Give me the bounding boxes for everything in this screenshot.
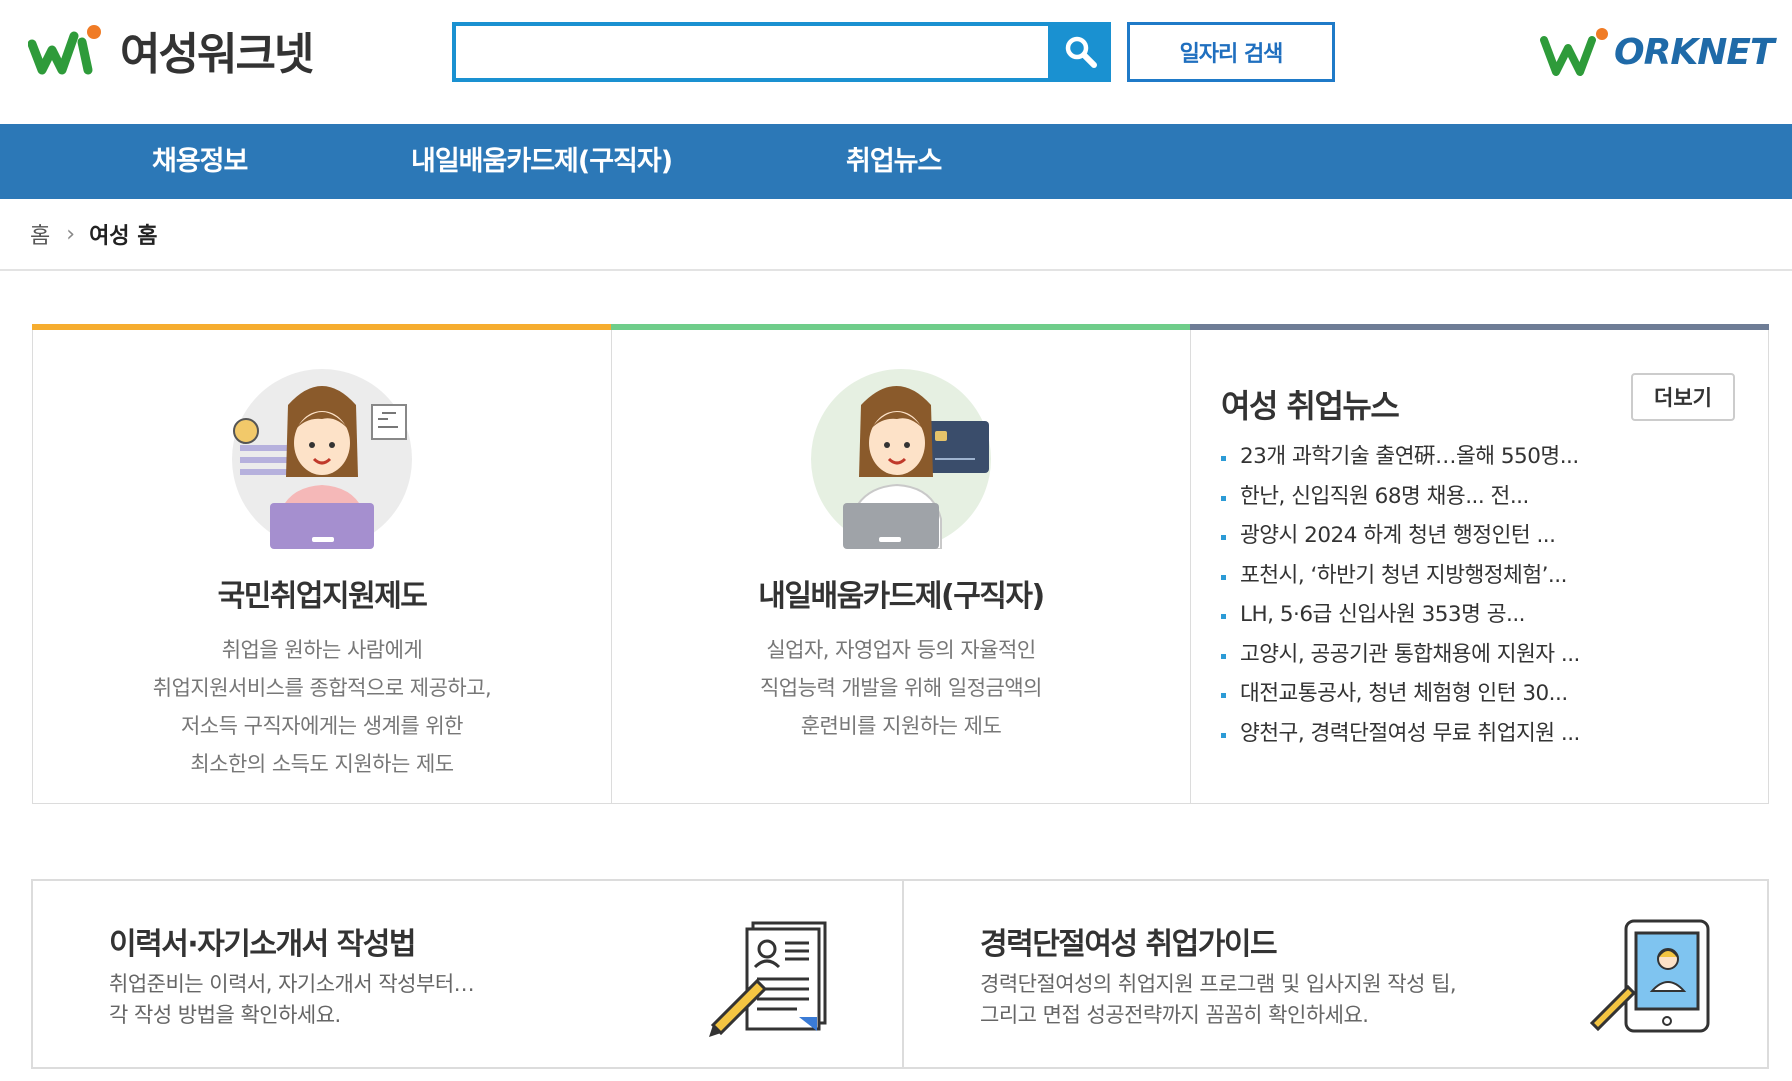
bullet-icon xyxy=(1221,653,1226,659)
bullet-icon xyxy=(1221,456,1226,462)
header: 여성워크넷 일자리 검색 ORKNET xyxy=(0,0,1792,124)
card-title: 국민취업지원제도 xyxy=(217,579,428,614)
card-training-card[interactable]: 내일배움카드제(구직자) 실업자, 자영업자 등의 자율적인 직업능력 개발을 … xyxy=(611,324,1191,804)
card-accent-bar xyxy=(32,324,612,330)
resume-pencil-icon xyxy=(709,921,827,1037)
breadcrumb-home[interactable]: 홈 xyxy=(30,218,50,250)
news-title: 여성 취업뉴스 xyxy=(1221,387,1400,425)
news-item[interactable]: 대전교통공사, 청년 체험형 인턴 30... xyxy=(1221,674,1580,714)
card-title: 내일배움카드제(구직자) xyxy=(758,579,1045,614)
card-accent-bar xyxy=(1190,324,1769,330)
search-input-box[interactable] xyxy=(452,22,1052,82)
nav-item-job-news[interactable]: 취업뉴스 xyxy=(846,124,942,199)
news-item-text: 고양시, 공공기관 통합채용에 지원자 ... xyxy=(1240,641,1580,667)
bullet-icon xyxy=(1221,732,1226,738)
resume-guide-card[interactable]: 이력서·자기소개서 작성법 취업준비는 이력서, 자기소개서 작성부터… 각 작… xyxy=(31,879,904,1069)
worknet-w-logo-icon xyxy=(1540,28,1608,76)
breadcrumb-current: 여성 홈 xyxy=(89,224,158,249)
nav-item-jobs[interactable]: 채용정보 xyxy=(152,124,248,199)
card-desc-line: 직업능력 개발을 위해 일정금액의 xyxy=(759,676,1043,700)
card-women-job-news: 여성 취업뉴스 더보기 23개 과학기술 출연硏…올해 550명... 한난, … xyxy=(1190,324,1769,804)
bullet-icon xyxy=(1221,535,1226,541)
chevron-right-icon: › xyxy=(66,221,76,247)
bottom-desc-line: 각 작성 방법을 확인하세요. xyxy=(109,1003,341,1027)
site-logo[interactable]: 여성워크넷 xyxy=(28,18,314,82)
bottom-card-title: 이력서·자기소개서 작성법 xyxy=(109,927,416,962)
card-desc-line: 훈련비를 지원하는 제도 xyxy=(800,714,1002,738)
news-item-text: 한난, 신입직원 68명 채용... 전... xyxy=(1240,483,1529,509)
news-item-text: 광양시 2024 하계 청년 행정인턴 ... xyxy=(1240,523,1556,548)
news-item-text: LH, 5·6급 신입사원 353명 공... xyxy=(1240,602,1526,627)
card-desc-line: 실업자, 자영업자 등의 자율적인 xyxy=(766,638,1036,662)
search-input[interactable] xyxy=(456,26,1048,78)
news-item-text: 23개 과학기술 출연硏…올해 550명... xyxy=(1240,444,1579,469)
card-desc-line: 최소한의 소득도 지원하는 제도 xyxy=(190,752,454,776)
breadcrumb: 홈 › 여성 홈 xyxy=(30,214,157,254)
bullet-icon xyxy=(1221,495,1226,501)
bottom-card-title: 경력단절여성 취업가이드 xyxy=(980,927,1278,962)
search-icon xyxy=(1065,36,1097,68)
bullet-icon xyxy=(1221,614,1226,620)
bottom-card-description: 취업준비는 이력서, 자기소개서 작성부터… 각 작성 방법을 확인하세요. xyxy=(109,969,475,1031)
news-item[interactable]: 양천구, 경력단절여성 무료 취업지원 ... xyxy=(1221,714,1580,754)
news-item[interactable]: 23개 과학기술 출연硏…올해 550명... xyxy=(1221,437,1580,477)
card-national-employment-support[interactable]: 국민취업지원제도 취업을 원하는 사람에게 취업지원서비스를 종합적으로 제공하… xyxy=(32,324,612,804)
worknet-logo-text: ORKNET xyxy=(1614,31,1774,73)
bottom-desc-line: 그리고 면접 성공전략까지 꼼꼼히 확인하세요. xyxy=(980,1003,1369,1027)
more-button[interactable]: 더보기 xyxy=(1631,373,1735,421)
tablet-guide-icon xyxy=(1590,919,1710,1033)
main-nav: 채용정보 내일배움카드제(구직자) 취업뉴스 xyxy=(0,124,1792,199)
breadcrumb-divider xyxy=(0,269,1792,271)
woman-card-icon xyxy=(811,369,991,549)
search-button[interactable] xyxy=(1051,22,1111,82)
bullet-icon xyxy=(1221,693,1226,699)
women-worknet-logo-icon xyxy=(28,25,101,75)
card-accent-bar xyxy=(611,324,1191,330)
bottom-desc-line: 경력단절여성의 취업지원 프로그램 및 입사지원 작성 팁, xyxy=(980,972,1457,996)
news-item[interactable]: 포천시, ‘하반기 청년 지방행정체험’... xyxy=(1221,556,1580,596)
card-desc-line: 저소득 구직자에게는 생계를 위한 xyxy=(180,714,464,738)
news-item-text: 대전교통공사, 청년 체험형 인턴 30... xyxy=(1240,681,1568,706)
card-desc-line: 취업을 원하는 사람에게 xyxy=(221,638,423,662)
news-item[interactable]: 광양시 2024 하계 청년 행정인턴 ... xyxy=(1221,516,1580,556)
woman-laptop-icon xyxy=(232,369,412,549)
logo-text: 여성워크넷 xyxy=(120,29,314,80)
news-item-text: 양천구, 경력단절여성 무료 취업지원 ... xyxy=(1240,720,1580,746)
card-desc-line: 취업지원서비스를 종합적으로 제공하고, xyxy=(152,676,492,700)
card-description: 실업자, 자영업자 등의 자율적인 직업능력 개발을 위해 일정금액의 훈련비를… xyxy=(612,631,1190,745)
news-list: 23개 과학기술 출연硏…올해 550명... 한난, 신입직원 68명 채용.… xyxy=(1221,437,1580,753)
news-item[interactable]: LH, 5·6급 신입사원 353명 공... xyxy=(1221,595,1580,635)
news-item-text: 포천시, ‘하반기 청년 지방행정체험’... xyxy=(1240,562,1567,588)
worknet-logo[interactable]: ORKNET xyxy=(1540,22,1774,82)
bottom-card-description: 경력단절여성의 취업지원 프로그램 및 입사지원 작성 팁, 그리고 면접 성공… xyxy=(980,969,1457,1031)
career-break-guide-card[interactable]: 경력단절여성 취업가이드 경력단절여성의 취업지원 프로그램 및 입사지원 작성… xyxy=(902,879,1769,1069)
job-search-button[interactable]: 일자리 검색 xyxy=(1127,22,1335,82)
bottom-desc-line: 취업준비는 이력서, 자기소개서 작성부터… xyxy=(109,972,475,996)
card-description: 취업을 원하는 사람에게 취업지원서비스를 종합적으로 제공하고, 저소득 구직… xyxy=(33,631,611,783)
bullet-icon xyxy=(1221,574,1226,580)
news-item[interactable]: 한난, 신입직원 68명 채용... 전... xyxy=(1221,477,1580,517)
news-item[interactable]: 고양시, 공공기관 통합채용에 지원자 ... xyxy=(1221,635,1580,675)
nav-item-training-card[interactable]: 내일배움카드제(구직자) xyxy=(411,124,673,199)
